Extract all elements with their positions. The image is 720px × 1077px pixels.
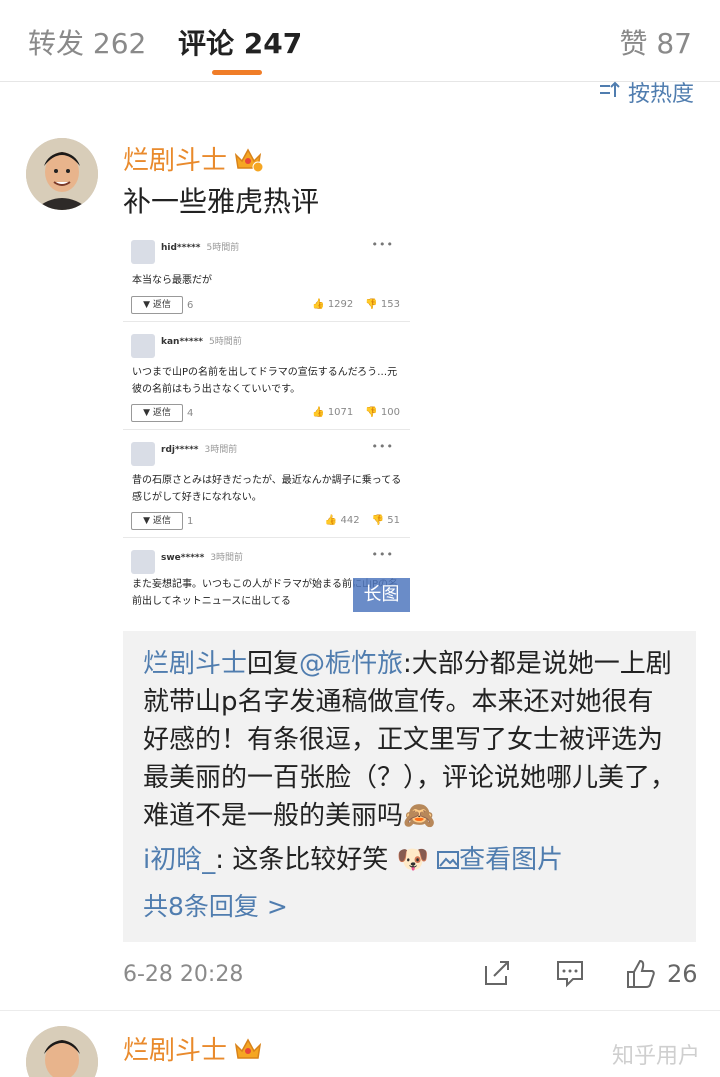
- sort-icon: [598, 81, 620, 104]
- reply-username[interactable]: 烂剧斗士: [143, 649, 247, 679]
- long-image-badge: 长图: [353, 578, 410, 612]
- reply-item: 烂剧斗士回复@栀忤旅:大部分都是说她一上剧就带山p名字发通稿做宣传。本来还对她很…: [143, 649, 677, 831]
- avatar[interactable]: [26, 1026, 98, 1077]
- comment-text: 补一些雅虎热评: [123, 185, 320, 218]
- more-icon: •••: [371, 548, 394, 561]
- user-avatar-icon: [131, 334, 155, 358]
- tab-repost[interactable]: 转发 262: [28, 22, 146, 62]
- sort-label: 按热度: [627, 82, 694, 107]
- comment-button[interactable]: [555, 958, 585, 988]
- thumbs-up-icon: [627, 959, 655, 988]
- more-icon: •••: [371, 440, 394, 453]
- watermark: 知乎用户: [611, 1044, 700, 1069]
- list-item: hid***** 5時間前 ••• 本当なら最悪だが ▼ 返信 6 👍 1292 👎…: [123, 228, 410, 322]
- avatar[interactable]: [26, 138, 98, 210]
- like-count: 26: [667, 960, 698, 988]
- user-avatar-icon: [131, 240, 155, 264]
- like-button[interactable]: 26: [625, 958, 698, 990]
- user-avatar-icon: [131, 442, 155, 466]
- comment-icon: [557, 961, 583, 988]
- list-item: rdj***** 3時間前 ••• 昔の石原さとみは好きだったが、最近なんか調子に…: [123, 430, 410, 538]
- comment-time: 6-28 20:28: [123, 962, 244, 987]
- comment-tabs: 转发 262 评论 247 赞 87: [0, 0, 720, 82]
- divider: [0, 1010, 720, 1011]
- sort-button[interactable]: 按热度: [598, 76, 694, 108]
- more-icon: •••: [371, 238, 394, 251]
- image-icon: [437, 851, 460, 869]
- tab-comments[interactable]: 评论 247: [178, 22, 302, 62]
- share-icon: [485, 961, 509, 985]
- comment-username[interactable]: 烂剧斗士: [123, 1030, 263, 1067]
- dog-emoji-icon: 🐶: [396, 845, 429, 875]
- crown-icon: [234, 147, 264, 172]
- view-image-link[interactable]: 查看图片: [437, 845, 563, 875]
- share-button[interactable]: [482, 958, 512, 988]
- view-all-replies-link[interactable]: 共8条回复 >: [143, 887, 676, 923]
- reply-item: i初晗_: 这条比较好笑 🐶 查看图片: [143, 845, 564, 875]
- user-avatar-icon: [131, 550, 155, 574]
- replies-box[interactable]: 烂剧斗士回复@栀忤旅:大部分都是说她一上剧就带山p名字发通稿做宣传。本来还对她很…: [123, 631, 696, 942]
- comment-username[interactable]: 烂剧斗士: [123, 140, 264, 177]
- tab-likes[interactable]: 赞 87: [619, 22, 692, 62]
- list-item: kan***** 5時間前 いつまで山Pの名前を出してドラマの宣伝するんだろう…元…: [123, 322, 410, 430]
- active-tab-indicator: [212, 70, 262, 75]
- crown-icon: [234, 1037, 262, 1059]
- comment-image[interactable]: hid***** 5時間前 ••• 本当なら最悪だが ▼ 返信 6 👍 1292 👎…: [123, 228, 410, 612]
- reply-username[interactable]: i初晗_: [143, 845, 215, 875]
- mention-link[interactable]: @栀忤旅: [299, 649, 403, 679]
